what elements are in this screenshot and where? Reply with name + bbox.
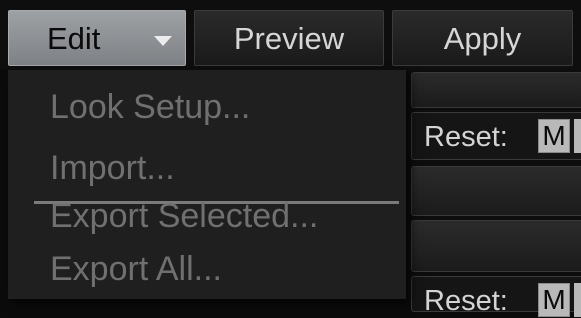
caret-down-icon [154, 36, 172, 46]
edit-menu-button[interactable]: Edit [8, 10, 186, 66]
menu-item-look-setup[interactable]: Look Setup... [50, 87, 250, 127]
reset-button-partial[interactable] [574, 119, 581, 153]
menu-item-export-all[interactable]: Export All... [50, 249, 222, 289]
reset-row-2: Reset: M [411, 276, 581, 317]
apply-button[interactable]: Apply [392, 10, 573, 66]
menu-item-import[interactable]: Import... [50, 148, 175, 188]
menu-item-export-selected[interactable]: Export Selected... [50, 196, 318, 236]
edit-dropdown-menu: Look Setup... Import... Export Selected.… [8, 70, 406, 299]
edit-menu-label: Edit [47, 21, 101, 56]
m-button-2[interactable]: M [538, 283, 570, 317]
panel-row[interactable] [411, 166, 581, 216]
right-panel: Reset: M Reset: M [405, 70, 581, 317]
m-button[interactable]: M [538, 119, 570, 153]
panel-row[interactable] [411, 72, 581, 108]
app-window: Edit Preview Apply Reset: M Reset: M Loo… [0, 0, 581, 317]
reset-label-2: Reset: [424, 285, 508, 317]
reset-label: Reset: [424, 121, 508, 153]
reset-button-partial-2[interactable] [574, 283, 581, 317]
panel-row[interactable] [411, 220, 581, 272]
reset-row: Reset: M [411, 112, 581, 160]
preview-button[interactable]: Preview [194, 10, 384, 66]
top-toolbar: Edit Preview Apply [0, 0, 581, 70]
